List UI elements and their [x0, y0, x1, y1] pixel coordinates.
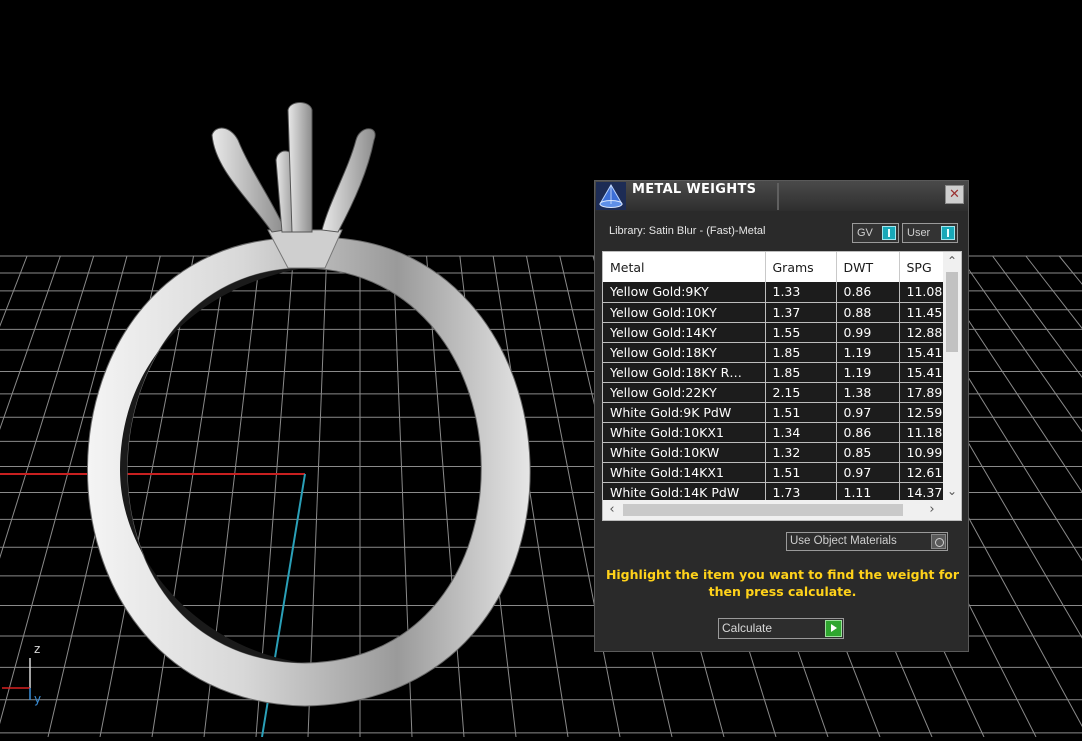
table-cell: White Gold:14KX1 [603, 462, 766, 483]
table-row[interactable]: Yellow Gold:9KY 1.33 0.86 11.08 [603, 282, 943, 303]
table-cell: White Gold:9K PdW [603, 402, 766, 423]
user-toggle-label: User [907, 227, 931, 239]
library-label: Library: Satin Blur - (Fast)-Metal [609, 225, 766, 237]
table-cell: 2.15 [765, 382, 837, 403]
table-row[interactable]: Yellow Gold:14KY 1.55 0.99 12.88 [603, 322, 943, 343]
horizontal-scrollbar[interactable]: ‹ › [603, 500, 961, 520]
table-cell: Yellow Gold:18KY [603, 342, 766, 363]
table-cell: 1.32 [765, 442, 837, 463]
table-cell: 15.41 [899, 362, 943, 383]
table-cell: 1.73 [765, 482, 837, 500]
calculate-label: Calculate [722, 621, 773, 635]
column-header[interactable]: Grams [765, 252, 837, 282]
table-row[interactable]: White Gold:9K PdW 1.51 0.97 12.59 [603, 402, 943, 423]
table-cell: 0.86 [836, 422, 900, 443]
table-cell: White Gold:10KW [603, 442, 766, 463]
toggle-knob-icon [941, 226, 955, 240]
gv-toggle[interactable]: GV [852, 223, 899, 243]
column-header[interactable]: SPG [899, 252, 943, 282]
scroll-down-icon[interactable]: ⌄ [943, 482, 961, 500]
table-cell: 1.85 [765, 362, 837, 383]
use-object-materials-toggle[interactable]: Use Object Materials [786, 532, 948, 551]
table-cell: Yellow Gold:9KY [603, 282, 766, 303]
table-cell: Yellow Gold:18KY R… [603, 362, 766, 383]
table-cell: 1.51 [765, 462, 837, 483]
metal-weights-panel: METAL WEIGHTS ✕ Library: Satin Blur - (F… [594, 180, 969, 652]
ring-model[interactable] [87, 102, 531, 707]
table-row[interactable]: Yellow Gold:18KY R… 1.85 1.19 15.41 [603, 362, 943, 383]
calculate-button[interactable]: Calculate [718, 618, 844, 639]
table-cell: 1.19 [836, 342, 900, 363]
title-separator [777, 183, 779, 210]
table-cell: White Gold:10KX1 [603, 422, 766, 443]
play-icon [825, 620, 842, 637]
scroll-right-icon[interactable]: › [923, 500, 941, 520]
scroll-corner [943, 500, 961, 520]
table-row[interactable]: Yellow Gold:18KY 1.85 1.19 15.41 [603, 342, 943, 363]
table-cell: 12.59 [899, 402, 943, 423]
vertical-scroll-thumb[interactable] [946, 272, 958, 352]
table-cell: Yellow Gold:22KY [603, 382, 766, 403]
table-cell: 1.85 [765, 342, 837, 363]
table-header-row: Metal Grams DWT SPG [603, 252, 943, 282]
table-cell: Yellow Gold:14KY [603, 322, 766, 343]
table-cell: 15.41 [899, 342, 943, 363]
metal-table-body[interactable]: Metal Grams DWT SPG Yellow Gold:9KY 1.33 0.86… [603, 252, 943, 500]
table-cell: 11.08 [899, 282, 943, 303]
table-cell: 12.61 [899, 462, 943, 483]
toggle-knob-icon [882, 226, 896, 240]
table-cell: 1.37 [765, 302, 837, 323]
panel-header[interactable]: METAL WEIGHTS ✕ [595, 181, 968, 211]
use-object-materials-label: Use Object Materials [790, 535, 897, 547]
table-cell: 1.34 [765, 422, 837, 443]
radio-icon [931, 534, 946, 549]
column-header[interactable]: DWT [836, 252, 900, 282]
panel-title: METAL WEIGHTS [632, 182, 757, 197]
table-row[interactable]: Yellow Gold:10KY 1.37 0.88 11.45 [603, 302, 943, 323]
gv-toggle-label: GV [857, 227, 873, 239]
user-toggle[interactable]: User [902, 223, 958, 243]
table-cell: 0.88 [836, 302, 900, 323]
table-cell: 10.99 [899, 442, 943, 463]
instructions-text: Highlight the item you want to find the … [605, 567, 960, 599]
horizontal-scroll-thumb[interactable] [623, 504, 903, 516]
table-cell: 0.85 [836, 442, 900, 463]
table-cell: Yellow Gold:10KY [603, 302, 766, 323]
table-cell: 1.11 [836, 482, 900, 500]
table-cell: 11.18 [899, 422, 943, 443]
table-row[interactable]: White Gold:10KW 1.32 0.85 10.99 [603, 442, 943, 463]
table-cell: 17.89 [899, 382, 943, 403]
y-axis-label: y [34, 692, 42, 706]
table-cell: 0.97 [836, 462, 900, 483]
metal-weights-table: Metal Grams DWT SPG Yellow Gold:9KY 1.33 0.86… [603, 252, 943, 500]
table-cell: 0.97 [836, 402, 900, 423]
cone-app-icon [596, 182, 626, 210]
table-row[interactable]: White Gold:14KX1 1.51 0.97 12.61 [603, 462, 943, 483]
scroll-up-icon[interactable]: ⌃ [943, 252, 961, 270]
table-cell: 1.19 [836, 362, 900, 383]
table-cell: 0.99 [836, 322, 900, 343]
close-button[interactable]: ✕ [945, 185, 964, 204]
table-cell: 1.55 [765, 322, 837, 343]
table-row[interactable]: White Gold:14K PdW 1.73 1.11 14.37 [603, 482, 943, 500]
metal-table: Metal Grams DWT SPG Yellow Gold:9KY 1.33 0.86… [602, 251, 962, 521]
column-header[interactable]: Metal [603, 252, 766, 282]
table-cell: 1.38 [836, 382, 900, 403]
table-cell: 14.37 [899, 482, 943, 500]
scroll-left-icon[interactable]: ‹ [603, 500, 621, 520]
vertical-scrollbar[interactable]: ⌃ ⌄ [943, 252, 961, 500]
z-axis-label: z [34, 642, 41, 656]
table-cell: 1.33 [765, 282, 837, 303]
table-cell: 1.51 [765, 402, 837, 423]
table-cell: White Gold:14K PdW [603, 482, 766, 500]
table-row[interactable]: White Gold:10KX1 1.34 0.86 11.18 [603, 422, 943, 443]
close-icon: ✕ [949, 187, 960, 202]
table-cell: 12.88 [899, 322, 943, 343]
axis-gizmo: z y [0, 640, 60, 710]
table-cell: 11.45 [899, 302, 943, 323]
table-row[interactable]: Yellow Gold:22KY 2.15 1.38 17.89 [603, 382, 943, 403]
table-cell: 0.86 [836, 282, 900, 303]
